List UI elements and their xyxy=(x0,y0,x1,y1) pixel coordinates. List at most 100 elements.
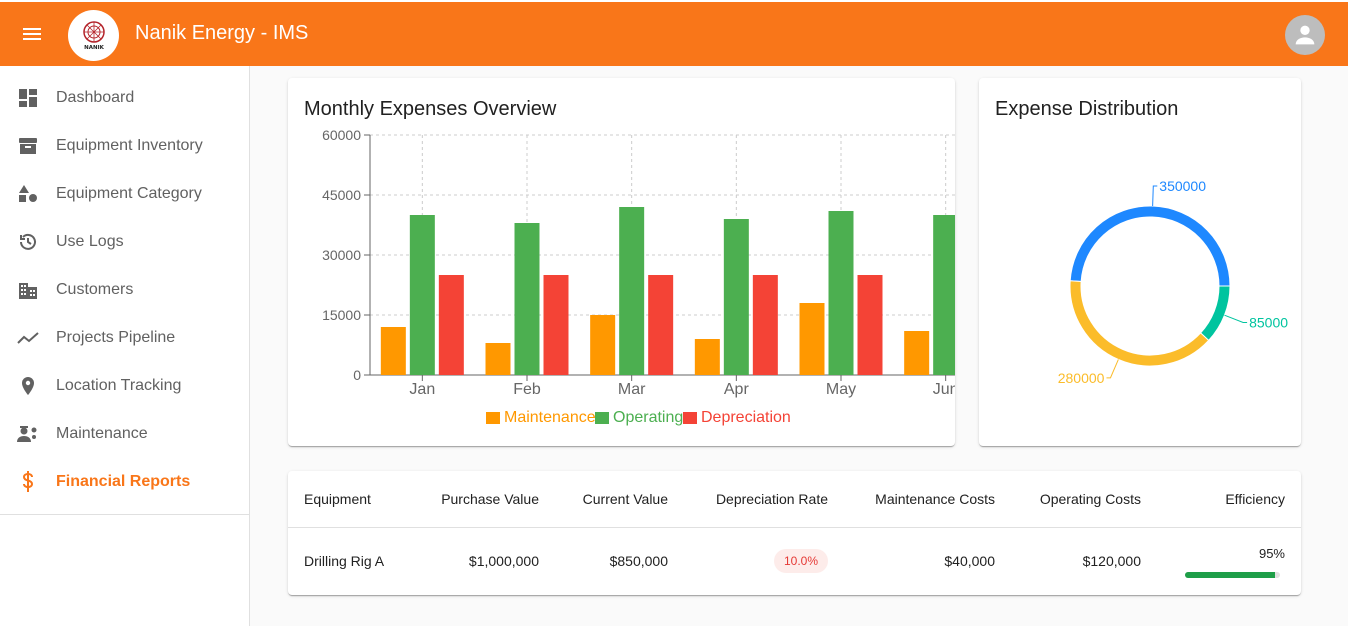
depreciation-rate-badge: 10.0% xyxy=(774,549,828,573)
user-avatar-icon[interactable] xyxy=(1285,15,1325,55)
table-divider xyxy=(288,527,1301,528)
archive-icon xyxy=(16,134,40,158)
table-header-current-value: Current Value xyxy=(582,491,668,507)
bar-maintenance-mar xyxy=(590,315,616,375)
sidebar-item-equipment-inventory[interactable]: Equipment Inventory xyxy=(0,122,249,170)
legend-swatch-maintenance xyxy=(486,412,500,424)
efficiency-progress-bar xyxy=(1185,572,1280,578)
sidebar-item-label: Equipment Category xyxy=(56,185,202,202)
bar-maintenance-jan xyxy=(380,327,406,375)
dashboard-icon xyxy=(16,86,40,110)
table-header-purchase-value: Purchase Value xyxy=(441,491,539,507)
sidebar-item-customers[interactable]: Customers xyxy=(0,266,249,314)
donut-slice-2 xyxy=(1199,285,1231,342)
sidebar-item-financial-reports[interactable]: Financial Reports xyxy=(0,458,249,506)
bar-maintenance-feb xyxy=(485,343,511,375)
history-icon xyxy=(16,230,40,254)
monthly-expenses-bar-chart: 0 15000 30000 45000 60000 Jan Feb Mar Apr May Jun M… xyxy=(322,127,955,426)
y-tick-label: 0 xyxy=(353,367,361,383)
sidebar-item-projects-pipeline[interactable]: Projects Pipeline xyxy=(0,314,249,362)
legend-swatch-operating xyxy=(595,412,609,424)
bar-depreciation-apr xyxy=(752,275,778,375)
svg-text:NANIK: NANIK xyxy=(84,45,105,51)
business-building-icon xyxy=(16,278,40,302)
cell-operating-costs: $120,000 xyxy=(1082,553,1141,569)
company-logo: NANIK xyxy=(68,10,119,61)
trending-line-icon xyxy=(16,326,40,350)
donut-label-line-0 xyxy=(1152,185,1158,207)
sidebar-item-label: Maintenance xyxy=(56,425,148,442)
donut-label-2: 85000 xyxy=(1249,314,1288,330)
equipment-financials-table: Equipment Purchase Value Current Value D… xyxy=(288,471,1301,595)
sidebar-item-maintenance[interactable]: Maintenance xyxy=(0,410,249,458)
bar-operating-mar xyxy=(619,207,645,375)
sidebar-item-label: Use Logs xyxy=(56,233,124,250)
engineering-icon xyxy=(16,422,40,446)
bar-operating-jun xyxy=(933,215,955,375)
bar-operating-may xyxy=(828,211,854,375)
donut-slice-1 xyxy=(1069,280,1210,367)
donut-label-line-1 xyxy=(1106,359,1119,379)
bar-maintenance-jun xyxy=(904,331,930,375)
efficiency-progress-fill xyxy=(1185,572,1276,578)
sidebar-item-label: Dashboard xyxy=(56,89,135,106)
table-header-efficiency: Efficiency xyxy=(1225,491,1285,507)
app-bar: NANIK Nanik Energy - IMS xyxy=(0,0,1348,66)
dollar-icon xyxy=(16,470,40,494)
legend-label-operating: Operating xyxy=(613,409,683,426)
bar-operating-apr xyxy=(723,219,749,375)
sidebar-item-equipment-category[interactable]: Equipment Category xyxy=(0,170,249,218)
legend-label-depreciation: Depreciation xyxy=(701,409,791,426)
donut-label-0: 350000 xyxy=(1159,178,1206,194)
cell-efficiency-label: 95% xyxy=(1258,546,1285,561)
table-header-depreciation-rate: Depreciation Rate xyxy=(715,491,828,507)
cell-maintenance-costs: $40,000 xyxy=(944,553,995,569)
bar-depreciation-jan xyxy=(438,275,464,375)
y-tick-label: 45000 xyxy=(322,187,361,203)
bar-depreciation-mar xyxy=(648,275,674,375)
sidebar: Dashboard Equipment Inventory Equipment … xyxy=(0,66,250,626)
sidebar-item-location-tracking[interactable]: Location Tracking xyxy=(0,362,249,410)
legend-label-maintenance: Maintenance xyxy=(504,409,596,426)
x-tick-label: Jun xyxy=(933,381,955,398)
donut-label-1: 280000 xyxy=(1058,370,1105,386)
x-tick-label: Jan xyxy=(409,381,435,398)
sidebar-item-dashboard[interactable]: Dashboard xyxy=(0,74,249,122)
bar-operating-jan xyxy=(409,215,435,375)
cell-purchase-value: $1,000,000 xyxy=(468,553,539,569)
table-header-operating-costs: Operating Costs xyxy=(1039,491,1141,507)
expense-distribution-card: Expense Distribution 350000 280000 85000 xyxy=(979,78,1301,446)
table-header-maintenance-costs: Maintenance Costs xyxy=(875,491,995,507)
sidebar-divider xyxy=(0,514,249,515)
bar-operating-feb xyxy=(514,223,540,375)
bar-depreciation-feb xyxy=(543,275,569,375)
expense-distribution-donut-chart: 350000 280000 85000 xyxy=(1058,178,1289,386)
nanik-logo-icon: NANIK xyxy=(82,20,105,51)
cell-current-value: $850,000 xyxy=(609,553,668,569)
donut-label-line-2 xyxy=(1224,314,1248,323)
sidebar-item-label: Projects Pipeline xyxy=(56,329,176,346)
donut-slice-0 xyxy=(1069,205,1231,287)
x-tick-label: Apr xyxy=(724,381,750,398)
menu-icon[interactable] xyxy=(16,22,48,46)
y-tick-label: 30000 xyxy=(322,247,361,263)
bar-maintenance-apr xyxy=(694,339,720,375)
app-title: Nanik Energy - IMS xyxy=(135,22,309,44)
x-tick-label: Feb xyxy=(513,381,541,398)
sidebar-item-label: Equipment Inventory xyxy=(56,137,203,154)
sidebar-item-use-logs[interactable]: Use Logs xyxy=(0,218,249,266)
cell-equipment: Drilling Rig A xyxy=(304,553,385,569)
sidebar-item-label: Location Tracking xyxy=(56,377,182,394)
bar-maintenance-may xyxy=(799,303,825,375)
x-tick-label: Mar xyxy=(618,381,646,398)
y-tick-label: 15000 xyxy=(322,307,361,323)
table-header-equipment: Equipment xyxy=(304,491,371,507)
location-pin-icon xyxy=(16,374,40,398)
sidebar-item-label: Customers xyxy=(56,281,134,298)
y-tick-label: 60000 xyxy=(322,127,361,143)
legend-swatch-depreciation xyxy=(683,412,697,424)
category-shapes-icon xyxy=(16,182,40,206)
bar-depreciation-may xyxy=(857,275,883,375)
monthly-expenses-card: Monthly Expenses Overview 0 15000 30000 450… xyxy=(288,78,955,446)
sidebar-item-label: Financial Reports xyxy=(56,473,191,490)
